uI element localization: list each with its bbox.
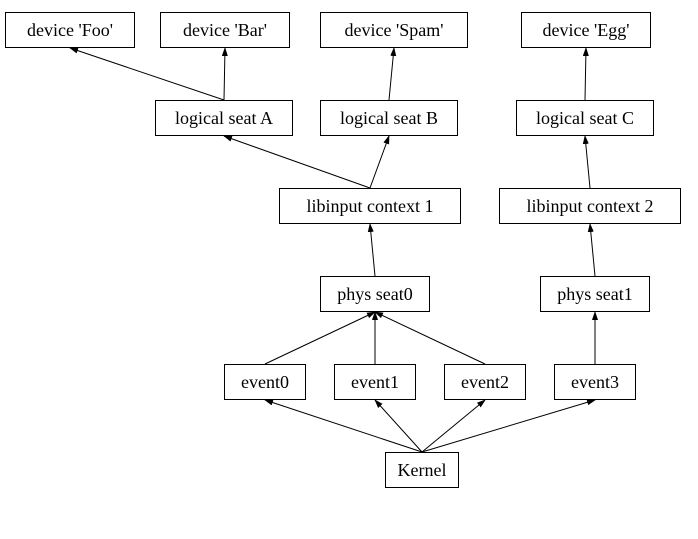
node-label: device 'Egg' <box>543 20 630 41</box>
node-libinput2: libinput context 2 <box>499 188 681 224</box>
node-physseat0: phys seat0 <box>320 276 430 312</box>
node-label: event2 <box>461 372 509 393</box>
node-event3: event3 <box>554 364 636 400</box>
node-label: libinput context 1 <box>307 196 434 217</box>
node-kernel: Kernel <box>385 452 459 488</box>
diagram-canvas: Kernel event0 event1 event2 event3 phys … <box>0 0 698 539</box>
node-label: logical seat A <box>175 108 273 129</box>
node-label: event0 <box>241 372 289 393</box>
node-seatB: logical seat B <box>320 100 458 136</box>
node-devBar: device 'Bar' <box>160 12 290 48</box>
node-label: phys seat1 <box>557 284 633 305</box>
node-event2: event2 <box>444 364 526 400</box>
node-label: logical seat B <box>340 108 438 129</box>
node-seatC: logical seat C <box>516 100 654 136</box>
node-label: phys seat0 <box>337 284 413 305</box>
node-label: libinput context 2 <box>527 196 654 217</box>
diagram-edges <box>0 0 698 539</box>
node-devSpam: device 'Spam' <box>320 12 468 48</box>
node-devEgg: device 'Egg' <box>521 12 651 48</box>
node-label: device 'Bar' <box>183 20 267 41</box>
node-seatA: logical seat A <box>155 100 293 136</box>
node-label: event3 <box>571 372 619 393</box>
node-label: logical seat C <box>536 108 634 129</box>
node-event0: event0 <box>224 364 306 400</box>
node-label: device 'Spam' <box>345 20 444 41</box>
node-event1: event1 <box>334 364 416 400</box>
node-label: Kernel <box>398 460 447 481</box>
node-label: event1 <box>351 372 399 393</box>
node-physseat1: phys seat1 <box>540 276 650 312</box>
node-libinput1: libinput context 1 <box>279 188 461 224</box>
node-devFoo: device 'Foo' <box>5 12 135 48</box>
node-label: device 'Foo' <box>27 20 113 41</box>
